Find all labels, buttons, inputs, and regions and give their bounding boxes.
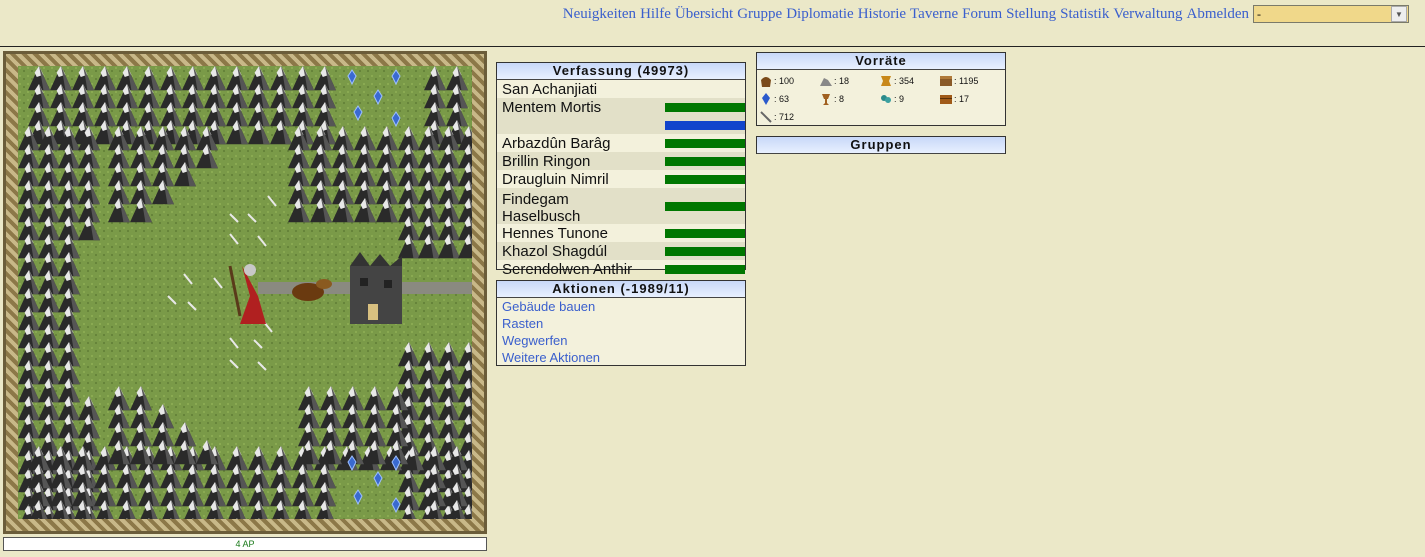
member-row[interactable]: Mentem Mortis xyxy=(497,98,745,134)
health-bar xyxy=(665,228,745,238)
resource-value: : 354 xyxy=(894,76,915,86)
wood-icon xyxy=(940,76,952,86)
aktionen-title: Aktionen (-1989/11) xyxy=(497,281,745,298)
member-name[interactable]: Hennes Tunone xyxy=(502,225,608,242)
member-name[interactable]: Khazol Shagdúl xyxy=(502,243,607,260)
resource-value: : 9 xyxy=(894,94,905,104)
health-bar xyxy=(665,156,745,166)
member-name[interactable]: Brillin Ringon xyxy=(502,153,590,170)
nav-statistik[interactable]: Statistik xyxy=(1060,6,1109,23)
chalice-icon xyxy=(822,94,830,105)
member-row[interactable]: San Achanjiati xyxy=(497,80,745,98)
health-bar xyxy=(665,246,745,256)
vorraete-panel: Vorräte : 100 : 18 : 354 : 1195 : 63 : 8 xyxy=(756,52,1006,126)
nav-select[interactable]: - ▼ xyxy=(1253,5,1409,23)
member-row[interactable]: Khazol Shagdúl xyxy=(497,242,745,260)
aktionen-panel: Aktionen (-1989/11) Gebäude bauen Rasten… xyxy=(496,280,746,366)
member-name[interactable]: Mentem Mortis xyxy=(502,99,601,116)
gruppen-title: Gruppen xyxy=(757,137,1005,154)
resource-item: : 17 xyxy=(939,90,999,108)
nav-abmelden[interactable]: Abmelden xyxy=(1187,6,1249,23)
header-divider xyxy=(0,46,1425,47)
nav-diplomatie[interactable]: Diplomatie xyxy=(786,6,854,23)
action-rasten[interactable]: Rasten xyxy=(497,315,745,332)
member-name[interactable]: Arbazdûn Barâg xyxy=(502,135,610,152)
resource-value: : 712 xyxy=(774,112,795,122)
top-navigation: Neuigkeiten Hilfe Übersicht Gruppe Diplo… xyxy=(559,3,1409,25)
resource-item: : 8 xyxy=(819,90,879,108)
resource-item: : 354 xyxy=(879,72,939,90)
action-points-bar: 4 AP xyxy=(3,537,487,551)
verfassung-title: Verfassung (49973) xyxy=(497,63,745,80)
bone-icon xyxy=(760,111,772,123)
health-bar xyxy=(665,102,745,112)
vorraete-title: Vorräte xyxy=(757,53,1005,70)
health-bar xyxy=(665,174,745,184)
nav-verwaltung[interactable]: Verwaltung xyxy=(1113,6,1182,23)
nav-gruppe[interactable]: Gruppe xyxy=(737,6,782,23)
nav-forum[interactable]: Forum xyxy=(962,6,1002,23)
resource-value: : 100 xyxy=(774,76,795,86)
castle-building[interactable] xyxy=(350,252,402,324)
nav-taverne[interactable]: Taverne xyxy=(910,6,958,23)
health-bar xyxy=(665,201,745,211)
stone-icon xyxy=(820,78,832,86)
resource-item: : 63 xyxy=(759,90,819,108)
nav-neuigkeiten[interactable]: Neuigkeiten xyxy=(563,6,636,23)
health-bar xyxy=(665,138,745,148)
resource-item: : 9 xyxy=(879,90,939,108)
nav-select-value: - xyxy=(1257,6,1261,21)
action-points-label: 4 AP xyxy=(235,539,255,549)
action-gebaeude-bauen[interactable]: Gebäude bauen xyxy=(497,298,745,315)
resource-item: : 1195 xyxy=(939,72,999,90)
member-row[interactable]: Findegam Haselbusch xyxy=(497,188,745,225)
verfassung-panel: Verfassung (49973) San Achanjiati Mentem… xyxy=(496,62,746,278)
resource-value: : 63 xyxy=(774,94,790,104)
resource-item: : 18 xyxy=(819,72,879,90)
member-name[interactable]: Draugluin Nimril xyxy=(502,171,609,188)
nav-stellung[interactable]: Stellung xyxy=(1006,6,1056,23)
gruppen-panel[interactable]: Gruppen xyxy=(756,136,1006,154)
resource-grid: : 100 : 18 : 354 : 1195 : 63 : 8 : 9 : 1… xyxy=(757,70,1005,126)
nav-hilfe[interactable]: Hilfe xyxy=(640,6,671,23)
member-name[interactable]: Serendolwen Anthir xyxy=(502,261,632,278)
member-name-line1: Findegam xyxy=(502,191,569,208)
action-weitere-aktionen[interactable]: Weitere Aktionen xyxy=(497,349,745,366)
chest-icon xyxy=(940,95,952,104)
member-name-line2: Haselbusch xyxy=(502,208,581,225)
chevron-down-icon[interactable]: ▼ xyxy=(1391,6,1407,22)
action-wegwerfen[interactable]: Wegwerfen xyxy=(497,332,745,349)
member-row[interactable]: Hennes Tunone xyxy=(497,224,745,242)
member-name[interactable]: San Achanjiati xyxy=(502,81,597,98)
member-list: San Achanjiati Mentem Mortis Arbazdûn Ba… xyxy=(497,80,745,278)
nav-historie[interactable]: Historie xyxy=(858,6,906,23)
member-row[interactable]: Serendolwen Anthir xyxy=(497,260,745,278)
resource-value: : 18 xyxy=(834,76,850,86)
map-view[interactable] xyxy=(18,66,472,519)
game-map[interactable] xyxy=(3,51,487,534)
resource-item: : 100 xyxy=(759,72,819,90)
resource-value: : 8 xyxy=(834,94,845,104)
member-row[interactable]: Brillin Ringon xyxy=(497,152,745,170)
health-bar xyxy=(665,264,745,274)
resource-value: : 1195 xyxy=(954,76,979,86)
mana-bar xyxy=(665,120,745,130)
crystal-icon xyxy=(762,93,770,105)
nav-uebersicht[interactable]: Übersicht xyxy=(675,6,733,23)
sack-icon xyxy=(761,77,771,87)
member-row[interactable]: Draugluin Nimril xyxy=(497,170,745,188)
resource-value: : 17 xyxy=(954,94,970,104)
herb-icon xyxy=(881,95,891,103)
member-name[interactable]: Findegam Haselbusch xyxy=(502,188,581,225)
pelt-icon xyxy=(881,76,891,86)
resource-item: : 712 xyxy=(759,108,819,126)
member-row[interactable]: Arbazdûn Barâg xyxy=(497,134,745,152)
